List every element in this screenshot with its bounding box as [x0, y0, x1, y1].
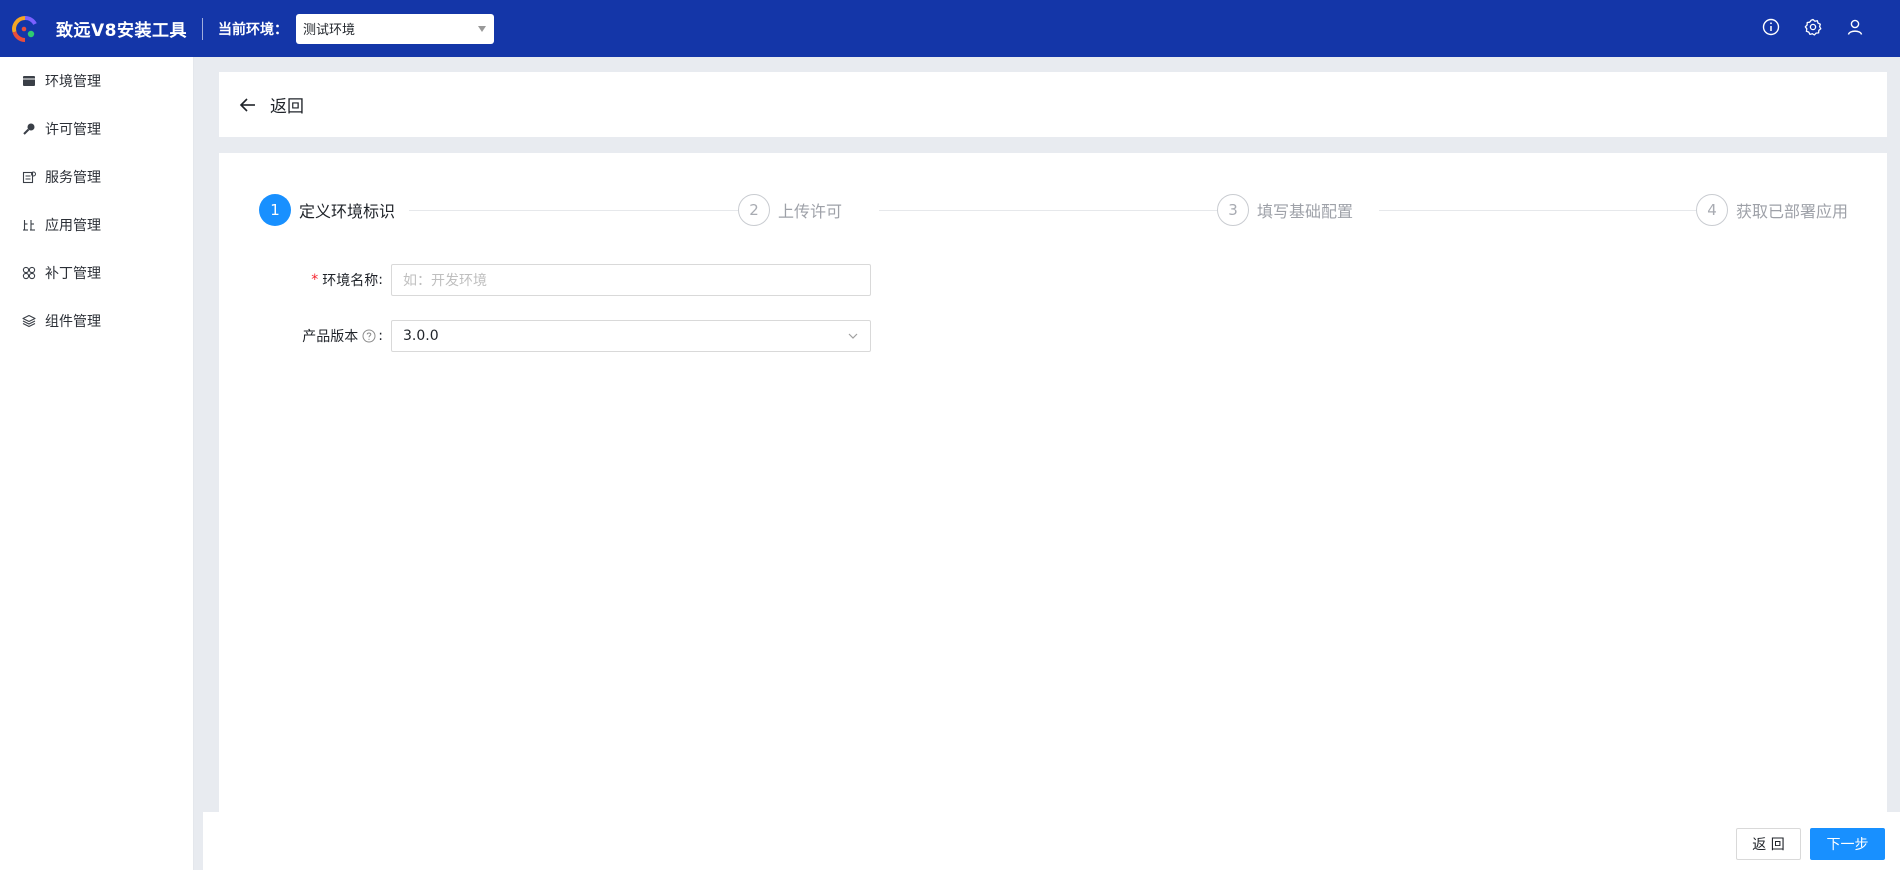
version-select-value: 3.0.0 [403, 328, 439, 344]
sidebar-item-label: 许可管理 [45, 122, 101, 138]
question-circle-icon[interactable] [362, 329, 376, 343]
step-number: 3 [1217, 194, 1249, 226]
sidebar-item-label: 补丁管理 [45, 266, 101, 282]
env-name-label: * 环境名称 : [219, 270, 391, 290]
environment-icon [23, 76, 35, 86]
step-number: 2 [738, 194, 770, 226]
sidebar-item-environment[interactable]: 环境管理 [0, 57, 193, 105]
back-link[interactable]: 返回 [270, 92, 304, 117]
step-title: 获取已部署应用 [1736, 202, 1849, 221]
version-row: 产品版本 : 3.0.0 [219, 320, 871, 352]
service-icon [22, 171, 36, 184]
header-divider [202, 17, 203, 40]
sidebar: 环境管理 许可管理 服务管理 应用管理 补丁管理 组件管理 [0, 57, 194, 870]
step-title: 上传许可 [778, 202, 843, 221]
step-2[interactable]: 2 上传许可 [738, 194, 857, 226]
step-title: 定义环境标识 [299, 202, 396, 221]
sidebar-item-app[interactable]: 应用管理 [0, 201, 193, 249]
step-number: 4 [1696, 194, 1728, 226]
chevron-down-icon [848, 333, 858, 339]
required-mark: * [311, 272, 319, 288]
sidebar-item-label: 环境管理 [45, 74, 101, 90]
sidebar-item-label: 组件管理 [45, 314, 101, 330]
sidebar-item-service[interactable]: 服务管理 [0, 153, 193, 201]
sidebar-item-component[interactable]: 组件管理 [0, 297, 193, 345]
sidebar-item-license[interactable]: 许可管理 [0, 105, 193, 153]
next-button[interactable]: 下一步 [1810, 828, 1885, 860]
app-icon [23, 220, 35, 231]
sidebar-item-label: 服务管理 [45, 170, 101, 186]
user-icon[interactable] [1846, 18, 1864, 36]
app-title: 致远V8安装工具 [56, 21, 187, 41]
env-name-label-text: 环境名称 [322, 273, 379, 289]
current-env-label: 当前环境： [218, 21, 288, 38]
version-label-text: 产品版本 [302, 329, 359, 345]
step-4[interactable]: 4 获取已部署应用 [1696, 194, 1863, 226]
env-name-row: * 环境名称 : 如：开发环境 [219, 264, 871, 296]
patch-icon [22, 266, 36, 280]
wizard-card: 1 定义环境标识 2 上传许可 3 填写基础配置 4 获取已部署应用 * 环境名… [219, 153, 1887, 812]
step-title: 填写基础配置 [1257, 202, 1354, 221]
logo-icon [12, 15, 37, 42]
sidebar-item-patch[interactable]: 补丁管理 [0, 249, 193, 297]
step-number: 1 [259, 194, 291, 226]
env-name-input[interactable]: 如：开发环境 [391, 264, 871, 296]
sidebar-item-label: 应用管理 [45, 218, 101, 234]
arrow-left-icon[interactable] [239, 96, 257, 114]
version-select[interactable]: 3.0.0 [391, 320, 871, 352]
footer-bar: 返 回 下一步 [203, 812, 1900, 870]
step-connector [879, 210, 1224, 211]
label-colon: : [378, 328, 383, 344]
back-bar: 返回 [219, 72, 1887, 137]
settings-icon[interactable] [1804, 18, 1822, 36]
caret-down-icon [478, 25, 486, 32]
environment-select-value: 测试环境 [303, 23, 356, 38]
environment-select[interactable]: 测试环境 [296, 13, 494, 44]
step-connector [1379, 210, 1699, 211]
label-colon: : [378, 272, 383, 288]
key-icon [23, 123, 35, 135]
info-icon[interactable] [1762, 18, 1780, 36]
top-header: 致远V8安装工具 当前环境： 测试环境 [0, 0, 1900, 57]
step-3[interactable]: 3 填写基础配置 [1217, 194, 1368, 226]
step-1[interactable]: 1 定义环境标识 [259, 194, 410, 226]
version-label: 产品版本 : [219, 326, 391, 346]
steps: 1 定义环境标识 2 上传许可 3 填写基础配置 4 获取已部署应用 [259, 194, 1863, 226]
layers-icon [22, 314, 36, 328]
back-button[interactable]: 返 回 [1736, 828, 1801, 860]
step-connector [409, 210, 739, 211]
env-name-placeholder: 如：开发环境 [403, 273, 487, 289]
